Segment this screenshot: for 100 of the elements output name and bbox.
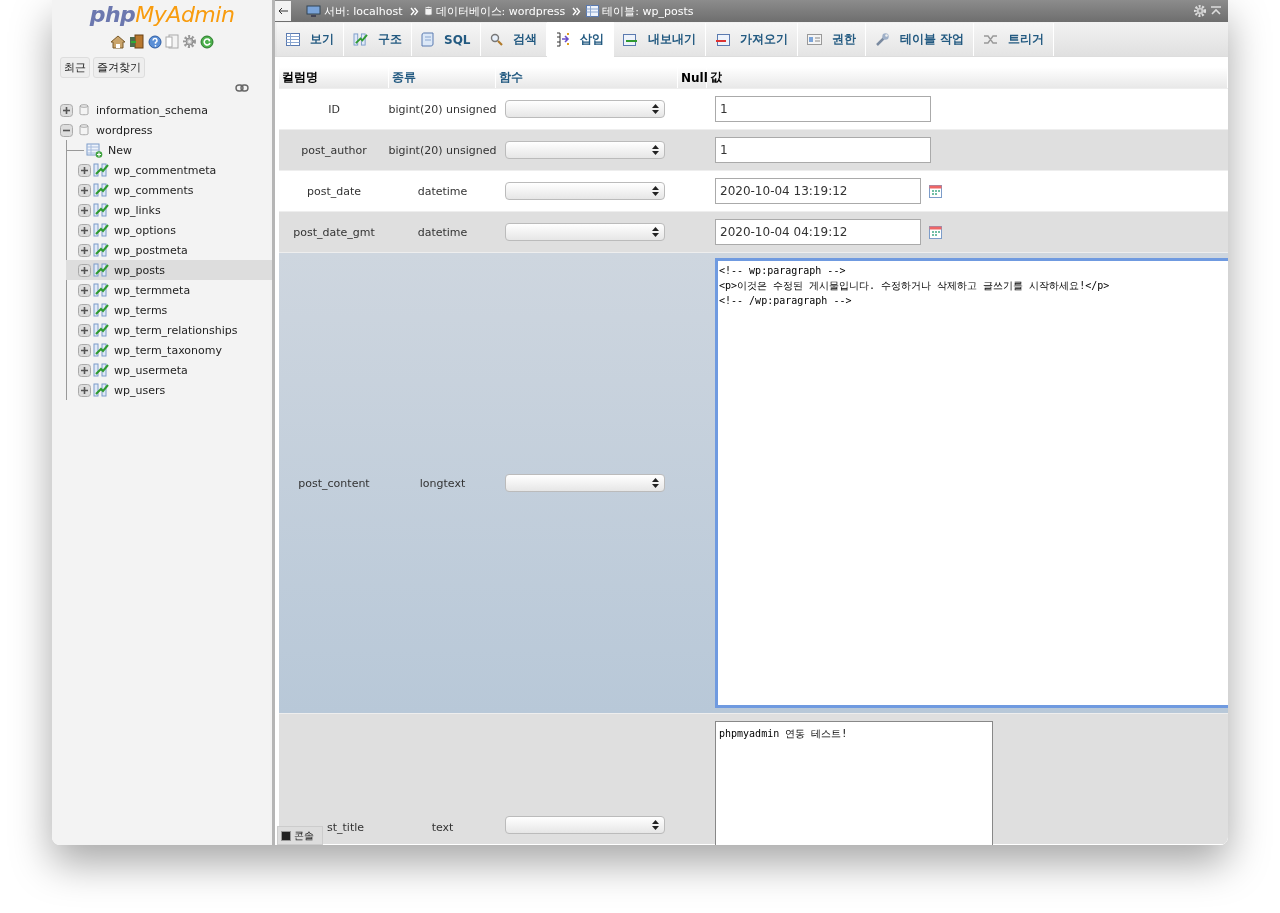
table-item[interactable]: New xyxy=(66,140,272,160)
insert-icon xyxy=(555,32,570,47)
table-name[interactable]: wp_comments xyxy=(114,183,194,197)
column-name: post_author xyxy=(301,143,367,157)
table-item[interactable]: wp_termmeta xyxy=(66,280,272,300)
import-icon xyxy=(714,33,730,46)
console-button[interactable]: 콘솔 xyxy=(277,826,323,845)
text-area[interactable]: <!-- wp:paragraph --> <p>이것은 수정된 게시물입니다. 수정하거나 삭제하고 글쓰기를 시작하세요!</p> <!-- /wp:paragraph --> xyxy=(715,258,1228,708)
wrench-icon xyxy=(874,32,890,47)
expand-button[interactable] xyxy=(78,163,91,177)
table-name[interactable]: wp_links xyxy=(114,203,161,217)
breadcrumb-link[interactable]: 테이블: wp_posts xyxy=(602,3,694,19)
table-name[interactable]: wp_options xyxy=(114,223,176,237)
tab[interactable]: 테이블 작업 xyxy=(865,23,974,56)
expand-button[interactable] xyxy=(78,183,91,197)
expand-button[interactable] xyxy=(78,223,91,237)
tab[interactable]: 보기 xyxy=(277,23,344,56)
console-icon xyxy=(281,830,291,841)
collapse-icon[interactable] xyxy=(1210,5,1222,17)
value-field[interactable]: 1 xyxy=(715,137,931,163)
table-item[interactable]: wp_usermeta xyxy=(66,360,272,380)
table-name[interactable]: wp_termmeta xyxy=(114,283,191,297)
table-icon xyxy=(286,33,300,46)
table-name[interactable]: wp_commentmeta xyxy=(114,163,217,177)
table-icon xyxy=(93,243,109,257)
table-icon xyxy=(93,383,109,397)
column-name: post_date_gmt xyxy=(293,225,375,239)
table-item[interactable]: wp_postmeta xyxy=(66,240,272,260)
nav-button[interactable]: 최근 xyxy=(60,57,90,78)
table-item[interactable]: wp_users xyxy=(66,380,272,400)
separator-icon xyxy=(409,6,419,16)
tab[interactable]: 구조 xyxy=(344,23,412,56)
expand-button[interactable] xyxy=(78,363,91,377)
expand-button[interactable] xyxy=(78,243,91,257)
column-type: text xyxy=(431,821,454,834)
expand-button[interactable] xyxy=(60,103,73,117)
value-field[interactable]: 2020-10-04 04:19:12 xyxy=(715,219,921,245)
tab[interactable]: 트리거 xyxy=(973,23,1054,56)
database-name[interactable]: wordpress xyxy=(96,123,153,137)
value-field[interactable]: 2020-10-04 13:19:12 xyxy=(715,178,921,204)
link-icon[interactable] xyxy=(235,84,249,92)
up-down-arrows-icon xyxy=(652,145,659,155)
table-icon xyxy=(93,163,109,177)
tab[interactable]: SQL xyxy=(412,23,481,56)
table-item[interactable]: wp_options xyxy=(66,220,272,240)
database-icon xyxy=(79,124,89,136)
table-item[interactable]: wp_term_relationships xyxy=(66,320,272,340)
expand-button[interactable] xyxy=(78,383,91,397)
expand-button[interactable] xyxy=(78,323,91,337)
table-name[interactable]: wp_postmeta xyxy=(114,243,188,257)
up-down-arrows-icon xyxy=(652,186,659,196)
reload-icon[interactable] xyxy=(200,34,214,49)
collapse-button[interactable] xyxy=(60,123,73,137)
expand-button[interactable] xyxy=(78,263,91,277)
shuffle-icon xyxy=(982,34,998,45)
expand-button[interactable] xyxy=(78,343,91,357)
table-icon xyxy=(93,343,109,357)
expand-button[interactable] xyxy=(78,203,91,217)
home-icon[interactable] xyxy=(110,34,126,49)
expand-button[interactable] xyxy=(78,283,91,297)
table-item[interactable]: wp_links xyxy=(66,200,272,220)
table-icon xyxy=(586,5,600,17)
tab[interactable]: 권한 xyxy=(797,23,866,56)
door-icon[interactable] xyxy=(129,34,145,49)
table-item[interactable]: wp_commentmeta xyxy=(66,160,272,180)
calendar-icon[interactable] xyxy=(929,225,942,239)
expand-button[interactable] xyxy=(78,303,91,317)
back-button[interactable] xyxy=(275,1,291,21)
table-item[interactable]: wp_term_taxonomy xyxy=(66,340,272,360)
table-name[interactable]: wp_terms xyxy=(114,303,168,317)
breadcrumb-link[interactable]: 데이터베이스: wordpress xyxy=(435,3,566,19)
breadcrumb-link[interactable]: 서버: localhost xyxy=(324,3,403,19)
column-type: bigint(20) unsigned xyxy=(388,102,497,116)
text-area[interactable]: phpmyadmin 연동 테스트! xyxy=(715,721,993,845)
table-name[interactable]: wp_term_relationships xyxy=(114,323,238,337)
table-name[interactable]: wp_term_taxonomy xyxy=(114,343,222,357)
table-name[interactable]: wp_users xyxy=(114,383,166,397)
help-icon[interactable] xyxy=(148,34,162,49)
column-name: post_date xyxy=(306,184,362,198)
export-icon xyxy=(622,33,638,46)
new-table-link[interactable]: New xyxy=(108,143,132,157)
settings-icon[interactable] xyxy=(182,34,197,49)
table-name[interactable]: wp_usermeta xyxy=(114,363,188,377)
calendar-icon[interactable] xyxy=(929,184,942,198)
table-item[interactable]: wp_posts xyxy=(66,260,272,280)
database-name[interactable]: information_schema xyxy=(96,103,208,117)
table-name[interactable]: wp_posts xyxy=(114,263,165,277)
table-icon xyxy=(93,283,109,297)
tab[interactable]: 가져오기 xyxy=(705,23,798,56)
tab[interactable]: 내보내기 xyxy=(613,23,706,56)
value-field[interactable]: 1 xyxy=(715,96,931,122)
nav-button[interactable]: 즐겨찾기 xyxy=(93,57,145,78)
table-item[interactable]: wp_comments xyxy=(66,180,272,200)
table-item[interactable]: wp_terms xyxy=(66,300,272,320)
tab[interactable]: 검색 xyxy=(480,23,547,56)
new-table-icon xyxy=(86,142,103,158)
tab[interactable]: 삽입 xyxy=(546,22,614,57)
database-icon xyxy=(423,5,433,17)
separator-icon xyxy=(572,6,582,16)
column-name: post_content xyxy=(298,476,370,490)
